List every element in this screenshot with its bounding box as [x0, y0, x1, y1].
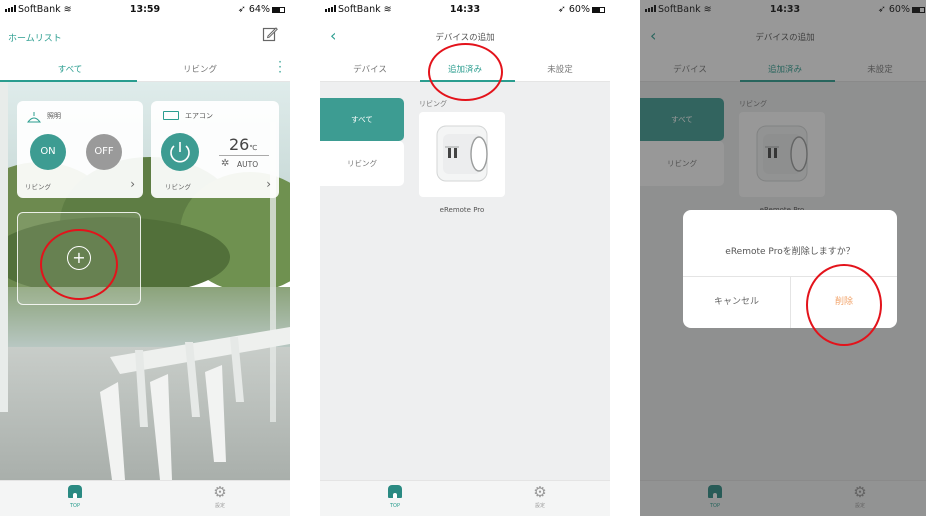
room-tabs: すべて リビング · · · — [0, 54, 290, 82]
battery-icon — [272, 7, 285, 13]
gear-icon: ⚙ — [213, 483, 227, 501]
tab-living[interactable]: リビング — [155, 63, 245, 75]
tab-all[interactable]: すべて — [20, 63, 120, 75]
snowflake-icon: ✲ — [221, 158, 230, 169]
aircon-mode: AUTO — [237, 160, 259, 169]
location-icon: ➶ — [557, 4, 566, 15]
tab-top[interactable]: TOP — [55, 485, 95, 509]
gear-icon: ⚙ — [533, 483, 547, 501]
aircon-card[interactable]: エアコン 26℃ ✲ AUTO リビング › — [151, 101, 279, 198]
tab-unset[interactable]: 未設定 — [520, 63, 600, 75]
aircon-power-button[interactable] — [161, 133, 199, 171]
page-title: デバイスの追加 — [435, 33, 495, 43]
device-name: eRemote Pro — [439, 206, 485, 214]
tab-top-label: TOP — [389, 503, 400, 509]
aircon-room-label: リビング — [165, 183, 191, 191]
tab-top[interactable]: TOP — [375, 485, 415, 509]
battery-percent: 64% — [248, 4, 270, 15]
bottom-tab-bar: TOP ⚙ 設定 — [320, 480, 610, 516]
room-label: すべて — [351, 115, 373, 124]
tab-top-label: TOP — [69, 503, 80, 509]
light-off-button[interactable]: OFF — [86, 134, 122, 170]
chevron-right-icon[interactable]: › — [266, 177, 271, 191]
power-icon — [170, 142, 190, 163]
off-label: OFF — [94, 146, 114, 157]
chevron-right-icon[interactable]: › — [130, 177, 135, 191]
location-icon: ➶ — [237, 4, 246, 15]
ceiling-light-icon — [26, 109, 42, 128]
smart-plug-image — [436, 125, 488, 182]
device-add-screen: SoftBank ≋ 14:33 ➶ 60% ‹ デバイスの追加 デバイス 追加… — [320, 0, 610, 516]
battery-percent: 60% — [568, 4, 590, 15]
more-icon[interactable]: · · · — [278, 56, 282, 78]
status-bar: SoftBank ≋ 13:59 ➶ 64% — [0, 0, 290, 20]
light-card[interactable]: 照明 ON OFF リビング › — [17, 101, 143, 198]
room-label: リビング — [347, 159, 377, 168]
tab-settings-label: 設定 — [214, 503, 225, 509]
room-item-living[interactable]: リビング — [320, 141, 404, 186]
nav-bar: ホームリスト — [0, 20, 290, 54]
aircon-icon — [163, 111, 179, 120]
light-on-button[interactable]: ON — [30, 134, 66, 170]
tab-settings[interactable]: ⚙ 設定 — [520, 483, 560, 510]
device-card[interactable] — [419, 112, 505, 197]
delete-confirm-screen: SoftBank ≋ 14:33 ➶ 60% ‹ デバイスの追加 デバイス 追加… — [640, 0, 926, 516]
highlight-circle — [806, 264, 882, 346]
tab-settings-label: 設定 — [534, 503, 545, 509]
status-bar: SoftBank ≋ 14:33 ➶ 60% — [320, 0, 610, 20]
highlight-circle — [428, 43, 503, 101]
dialog-message: eRemote Proを削除しますか？ — [725, 247, 855, 257]
home-list-screen: SoftBank ≋ 13:59 ➶ 64% ホームリスト すべて リビング ·… — [0, 0, 290, 516]
on-label: ON — [40, 146, 56, 157]
home-icon — [68, 485, 82, 498]
temp-value: 26 — [229, 135, 250, 154]
temp-underline — [219, 155, 269, 156]
bottom-tab-bar: TOP ⚙ 設定 — [0, 480, 290, 516]
highlight-circle — [40, 229, 118, 300]
aircon-temperature: 26℃ — [229, 135, 257, 154]
home-icon — [388, 485, 402, 498]
tab-settings[interactable]: ⚙ 設定 — [200, 483, 240, 510]
room-item-all[interactable]: すべて — [320, 98, 404, 141]
battery-icon — [592, 7, 605, 13]
section-label: リビング — [419, 100, 447, 108]
light-name: 照明 — [47, 112, 61, 120]
temp-unit: ℃ — [249, 144, 258, 152]
tab-devices[interactable]: デバイス — [330, 63, 410, 75]
tab-indicator — [0, 80, 137, 82]
cancel-button[interactable]: キャンセル — [683, 276, 790, 328]
edit-icon[interactable] — [262, 26, 278, 45]
aircon-name: エアコン — [185, 112, 213, 120]
page-title: ホームリスト — [8, 34, 62, 44]
light-room-label: リビング — [25, 183, 51, 191]
